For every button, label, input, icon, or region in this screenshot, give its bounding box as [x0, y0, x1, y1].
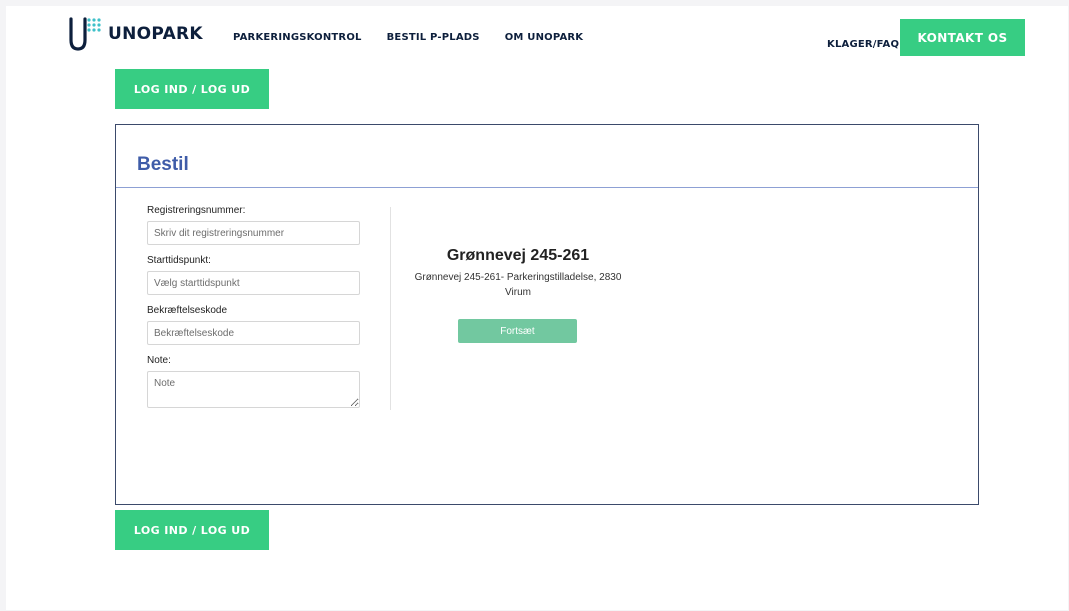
brand-name: UNOPARK	[108, 24, 203, 44]
order-card: Bestil Registreringsnummer: Starttidspun…	[115, 124, 979, 505]
confirmation-code-label: Bekræftelseskode	[147, 305, 228, 316]
login-logout-button-bottom[interactable]: LOG IND / LOG UD	[115, 510, 269, 550]
brand-logo[interactable]: UNOPARK	[68, 16, 203, 52]
card-divider	[116, 187, 978, 188]
card-title: Bestil	[137, 154, 189, 175]
location-title: Grønnevej 245-261	[446, 247, 590, 264]
start-time-input[interactable]	[147, 271, 360, 295]
unopark-logo-icon	[69, 17, 101, 51]
note-label: Note:	[147, 355, 171, 366]
contact-button[interactable]: KONTAKT OS	[900, 19, 1025, 56]
note-textarea[interactable]	[147, 371, 360, 408]
location-info: Grønnevej 245-261 Grønnevej 245-261- Par…	[406, 247, 630, 300]
location-description: Grønnevej 245-261- Parkeringstilladelse,…	[414, 272, 622, 298]
registration-input[interactable]	[147, 221, 360, 245]
faq-nav: KLAGER/FAQ	[827, 34, 899, 52]
order-form: Registreringsnummer: Starttidspunkt: Bek…	[147, 205, 360, 413]
page: UNOPARK PARKERINGSKONTROL BESTIL P-PLADS…	[0, 0, 1069, 611]
page-sheet: UNOPARK PARKERINGSKONTROL BESTIL P-PLADS…	[6, 6, 1068, 610]
main-nav: PARKERINGSKONTROL BESTIL P-PLADS OM UNOP…	[233, 32, 583, 43]
continue-button[interactable]: Fortsæt	[458, 319, 577, 343]
confirmation-code-input[interactable]	[147, 321, 360, 345]
column-separator	[390, 207, 391, 410]
registration-label: Registreringsnummer:	[147, 205, 246, 216]
nav-klager-faq[interactable]: KLAGER/FAQ	[827, 39, 899, 50]
nav-parkeringskontrol[interactable]: PARKERINGSKONTROL	[233, 32, 362, 43]
nav-om-unopark[interactable]: OM UNOPARK	[505, 32, 584, 43]
start-time-label: Starttidspunkt:	[147, 255, 211, 266]
nav-bestil-p-plads[interactable]: BESTIL P-PLADS	[387, 32, 480, 43]
login-logout-button-top[interactable]: LOG IND / LOG UD	[115, 69, 269, 109]
